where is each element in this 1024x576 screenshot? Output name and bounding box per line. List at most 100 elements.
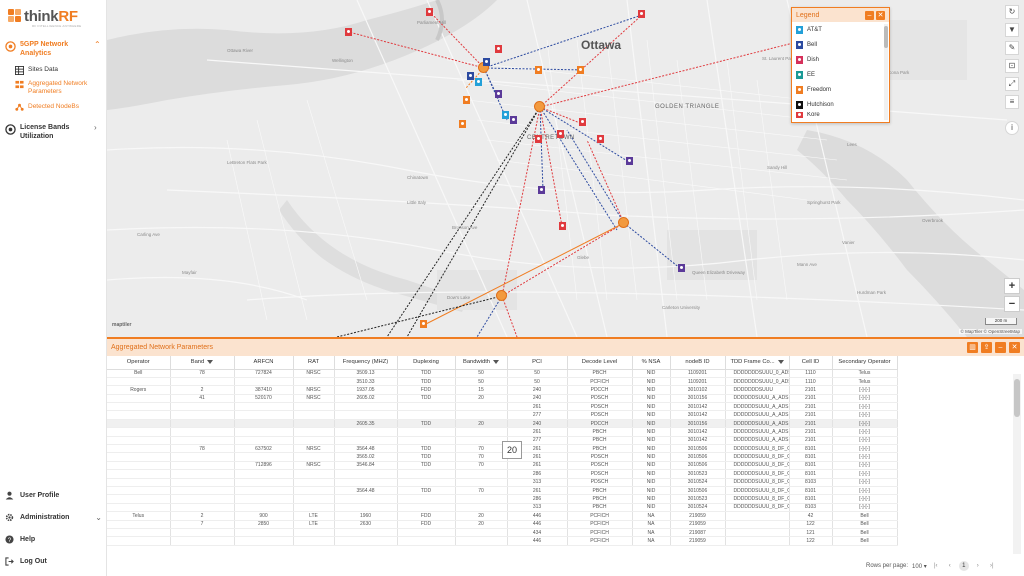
column-header[interactable]: Cell ID bbox=[789, 356, 833, 370]
panel-close-button[interactable]: ✕ bbox=[1009, 342, 1020, 353]
table-row[interactable]: Rogers 2 387410 NRSC 1937.05 FDD 15 240 PDCCH NID… bbox=[107, 385, 898, 395]
freedom-pin[interactable] bbox=[535, 66, 542, 74]
sidebar-logout[interactable]: Log Out bbox=[0, 555, 107, 567]
info-button[interactable]: i bbox=[1005, 121, 1019, 135]
bell-pin[interactable] bbox=[467, 72, 474, 80]
table-row[interactable]: 712896 NRSC 3546.84 TDD 70 261 PDSCH NID 3010506… bbox=[107, 461, 898, 471]
bell-pin[interactable] bbox=[510, 116, 517, 124]
table-row[interactable]: 434 PCFICH NA 219087 121 Bell bbox=[107, 528, 898, 538]
edit-button[interactable]: ✎ bbox=[1005, 41, 1019, 55]
panel-minimize-button[interactable]: – bbox=[995, 342, 1006, 353]
table-row[interactable]: 261 PDSCH NID 3010142 DDDDDDSUUU_A_ADS 2101 [-… bbox=[107, 402, 898, 412]
tower-marker[interactable] bbox=[534, 101, 545, 112]
bell-pin[interactable] bbox=[483, 58, 490, 66]
table-row[interactable]: 446 PCFICH NA 219059 122 Bell bbox=[107, 536, 898, 546]
refresh-button[interactable]: ↻ bbox=[1005, 5, 1019, 19]
kore-pin[interactable] bbox=[559, 222, 566, 230]
kore-pin[interactable] bbox=[638, 10, 645, 18]
table-row[interactable]: 313 PDSCH NID 3010524 DDDDDDSUUU_8_DF_C 8103[… bbox=[107, 478, 898, 487]
table-cell: PCFICH bbox=[567, 536, 633, 546]
nav-group-5gpp[interactable]: 5GPP Network Analytics ⌃ bbox=[0, 40, 107, 59]
table-row[interactable]: 286 PDSCH NID 3010523 DDDDDDSUUU_8_DF_C 8101[… bbox=[107, 469, 898, 479]
zoom-out-button[interactable]: − bbox=[1004, 296, 1020, 312]
column-header[interactable]: RAT bbox=[293, 356, 335, 370]
sidebar-user-profile[interactable]: User Profile bbox=[0, 489, 107, 501]
legend-scrollbar[interactable] bbox=[884, 24, 888, 120]
columns-button[interactable]: ▥ bbox=[967, 342, 978, 353]
tower-marker[interactable] bbox=[496, 290, 507, 301]
table-row[interactable]: Bell 78 727824 NRSC 3509.13 TDD 50 50 PBCH NID 110… bbox=[107, 369, 898, 378]
column-header[interactable]: Frequency (MHZ) bbox=[334, 356, 398, 370]
table-row[interactable]: 3510.33 TDD 50 50 PCFICH NID 1109201 DDDDDDDSUU… bbox=[107, 377, 898, 387]
freedom-pin[interactable] bbox=[577, 66, 584, 74]
bell-pin[interactable] bbox=[495, 90, 502, 98]
sidebar-administration[interactable]: Administration ⌄ bbox=[0, 511, 107, 523]
table-row[interactable]: 41 520170 NRSC 2605.02 TDD 20 240 PDSCH NID 30101… bbox=[107, 394, 898, 404]
fullscreen-button[interactable]: ⤢ bbox=[1005, 77, 1019, 91]
table-row[interactable]: 313 PBCH NID 3010524 DDDDDDSUUU_8_DF_C 8103 [-… bbox=[107, 503, 898, 513]
freedom-pin[interactable] bbox=[420, 320, 427, 328]
table-row[interactable]: 7 2850 LTE 2630 FDD 20 446 PCFICH NA 219059 122 Bel… bbox=[107, 520, 898, 529]
att-pin[interactable] bbox=[475, 78, 482, 86]
export-icon: ⇪ bbox=[983, 344, 990, 351]
map-attribution[interactable]: © MapTiler © OpenStreetMap bbox=[958, 329, 1022, 334]
sidebar-help[interactable]: ? Help bbox=[0, 533, 107, 545]
layers-button[interactable]: ≡ bbox=[1005, 95, 1019, 109]
legend-minimize-button[interactable]: – bbox=[865, 10, 874, 20]
column-header[interactable]: Bandwidth bbox=[455, 356, 508, 370]
last-page-button[interactable]: ›| bbox=[987, 561, 997, 571]
filter-icon[interactable] bbox=[777, 359, 784, 364]
next-page-button[interactable]: › bbox=[973, 561, 983, 571]
kore-pin[interactable] bbox=[579, 118, 586, 126]
table-row[interactable]: 277 PDSCH NID 3010142 DDDDDDSUUU_A_ADS 2101 [-… bbox=[107, 410, 898, 420]
prev-page-button[interactable]: ‹ bbox=[945, 561, 955, 571]
freedom-pin[interactable] bbox=[463, 96, 470, 104]
export-button[interactable]: ⇪ bbox=[981, 342, 992, 353]
table-row[interactable]: 2605.35 TDD 20 240 PDCCH NID 3010156 DDDDDDSUUU… bbox=[107, 419, 898, 429]
first-page-button[interactable]: |‹ bbox=[931, 561, 941, 571]
column-header[interactable]: Operator bbox=[107, 356, 171, 370]
table-row[interactable]: 286 PBCH NID 3010523 DDDDDDSUUU_8_DF_C 8101 [-… bbox=[107, 494, 898, 504]
freedom-pin[interactable] bbox=[459, 120, 466, 128]
kore-pin[interactable] bbox=[557, 130, 564, 138]
kore-pin[interactable] bbox=[535, 135, 542, 143]
table-row[interactable]: Telus 2 900 LTE 1960 FDD 20 446 PCFICH NA 219059 42… bbox=[107, 511, 898, 521]
table-cell: 219059 bbox=[670, 511, 726, 521]
rows-per-page-select[interactable]: 100 ▾ bbox=[912, 563, 927, 570]
column-header[interactable]: Band bbox=[170, 356, 235, 370]
kore-pin[interactable] bbox=[426, 8, 433, 16]
table-row[interactable]: 261 PBCH NID 3010142 DDDDDDSUUU_A_ADS 2101 [-]… bbox=[107, 427, 898, 437]
table-cell: Telus bbox=[832, 369, 898, 378]
nav-group-license-bands[interactable]: License Bands Utilization › bbox=[0, 123, 107, 142]
column-header[interactable]: Duplexing bbox=[397, 356, 456, 370]
filter-button[interactable]: ▼ bbox=[1005, 23, 1019, 37]
table-cell bbox=[107, 469, 171, 479]
tower-marker[interactable] bbox=[618, 217, 629, 228]
table-row[interactable]: 3564.48 TDD 70 261 PBCH NID 3010506 DDDDDDSUUU_… bbox=[107, 486, 898, 496]
bell-pin[interactable] bbox=[678, 264, 685, 272]
kore-pin[interactable] bbox=[345, 28, 352, 36]
column-header[interactable]: nodeB ID bbox=[670, 356, 726, 370]
table-scrollbar[interactable] bbox=[1013, 374, 1021, 554]
edit-icon: ✎ bbox=[1008, 43, 1016, 52]
sidebar-item-sites-data[interactable]: Sites Data bbox=[0, 66, 107, 80]
column-header[interactable]: Secondary Operator bbox=[832, 356, 898, 370]
bell-pin[interactable] bbox=[538, 186, 545, 194]
column-header[interactable]: % NSA bbox=[632, 356, 671, 370]
filter-icon[interactable] bbox=[493, 359, 500, 364]
att-pin[interactable] bbox=[502, 111, 509, 119]
legend-close-button[interactable]: ✕ bbox=[876, 10, 885, 20]
column-header[interactable]: PCI bbox=[507, 356, 568, 370]
sidebar-item-aggregated[interactable]: Aggregated Network Parameters bbox=[0, 80, 107, 98]
kore-pin[interactable] bbox=[597, 135, 604, 143]
kore-pin[interactable] bbox=[495, 45, 502, 53]
select-button[interactable]: ⊡ bbox=[1005, 59, 1019, 73]
sidebar-item-detected-nodebs[interactable]: Detected NodeBs bbox=[0, 103, 107, 117]
zoom-in-button[interactable]: + bbox=[1004, 278, 1020, 294]
bell-pin[interactable] bbox=[626, 157, 633, 165]
current-page[interactable]: 1 bbox=[958, 561, 969, 571]
column-header[interactable]: Decode Level bbox=[567, 356, 633, 370]
column-header[interactable]: TDD Frame Co... bbox=[725, 356, 790, 370]
column-header[interactable]: ARFCN bbox=[234, 356, 294, 370]
filter-icon[interactable] bbox=[207, 359, 214, 364]
